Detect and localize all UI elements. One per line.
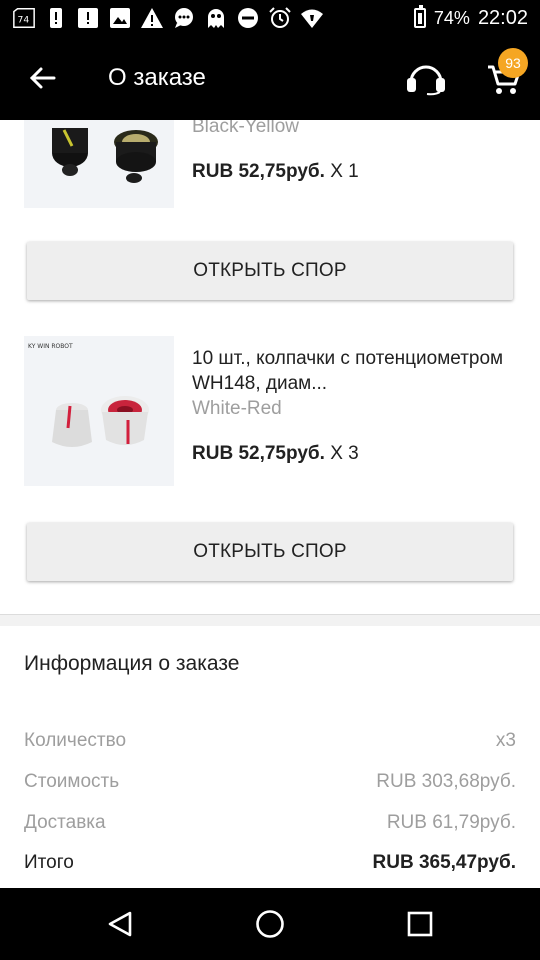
order-details: Black-Yellow RUB 52,75руб. X 1 ОТКРЫТЬ С… <box>0 120 540 888</box>
info-row-total: Итого RUB 365,47руб. <box>24 852 516 874</box>
app-bar: О заказе <box>0 36 540 120</box>
section-divider <box>0 614 540 626</box>
sim-74-icon: 74 <box>12 6 36 30</box>
headset-icon <box>407 65 445 96</box>
alert-box-icon <box>76 6 100 30</box>
price-value: RUB 52,75руб. <box>192 443 325 464</box>
arrow-back-icon <box>29 67 56 89</box>
notification-icons: 74 <box>12 6 324 30</box>
info-label: Итого <box>24 852 74 873</box>
alert-icon <box>44 6 68 30</box>
svg-text:74: 74 <box>18 15 30 26</box>
battery-icon <box>413 5 426 28</box>
item-quantity: X 3 <box>324 443 359 464</box>
support-button[interactable] <box>404 58 448 98</box>
open-dispute-button[interactable]: ОТКРЫТЬ СПОР <box>27 242 513 300</box>
info-row-cost: Стоимость RUB 303,68руб. <box>24 771 516 793</box>
info-value: x3 <box>495 730 516 751</box>
info-label: Доставка <box>24 812 106 833</box>
info-value: RUB 61,79руб. <box>386 812 516 833</box>
nav-home-button[interactable] <box>250 904 290 944</box>
info-label: Стоимость <box>24 771 120 792</box>
item-name: 10 шт., колпачки с потенциометром WH148,… <box>192 348 504 394</box>
alarm-icon <box>268 6 292 30</box>
clock: 22:02 <box>477 6 528 29</box>
product-image <box>24 120 174 208</box>
list-item[interactable]: Black-Yellow RUB 52,75руб. X 1 <box>0 120 540 240</box>
do-not-disturb-icon <box>236 6 260 30</box>
square-recents-icon <box>407 911 433 937</box>
item-variant: Black-Yellow <box>192 120 300 137</box>
warning-icon <box>140 6 164 30</box>
circle-home-icon <box>256 910 284 938</box>
price-value: RUB 52,75руб. <box>192 161 325 182</box>
product-image: KY WIN ROBOT <box>24 336 174 486</box>
system-nav-bar <box>0 888 540 960</box>
item-quantity: X 1 <box>324 161 359 182</box>
open-dispute-button[interactable]: ОТКРЫТЬ СПОР <box>27 523 513 581</box>
info-value: RUB 365,47руб. <box>372 852 517 873</box>
chat-icon <box>172 6 196 30</box>
nav-recents-button[interactable] <box>400 904 440 944</box>
item-variant: White-Red <box>192 398 282 419</box>
triangle-back-icon <box>108 911 132 937</box>
cart-count-badge: 93 <box>498 48 528 78</box>
status-bar: 74 74% 22:02 <box>0 0 540 36</box>
info-label: Количество <box>24 730 127 751</box>
list-item[interactable]: KY WIN ROBOT 10 шт., колпачки с потенцио… <box>0 336 540 496</box>
page-title: О заказе <box>108 64 206 91</box>
info-row-shipping: Доставка RUB 61,79руб. <box>24 812 516 834</box>
nav-back-button[interactable] <box>100 904 140 944</box>
order-info-title: Информация о заказе <box>24 652 240 675</box>
status-right: 74% 22:02 <box>413 5 528 30</box>
ghost-icon <box>204 6 228 30</box>
item-price: RUB 52,75руб. X 1 <box>192 161 359 183</box>
brand-label: KY WIN ROBOT <box>28 343 73 350</box>
info-value: RUB 303,68руб. <box>376 771 516 792</box>
battery-percent: 74% <box>433 7 470 28</box>
back-button[interactable] <box>22 58 62 98</box>
info-row-quantity: Количество x3 <box>24 730 516 752</box>
item-price: RUB 52,75руб. X 3 <box>192 443 359 465</box>
wifi-icon <box>300 6 324 30</box>
image-icon <box>108 6 132 30</box>
